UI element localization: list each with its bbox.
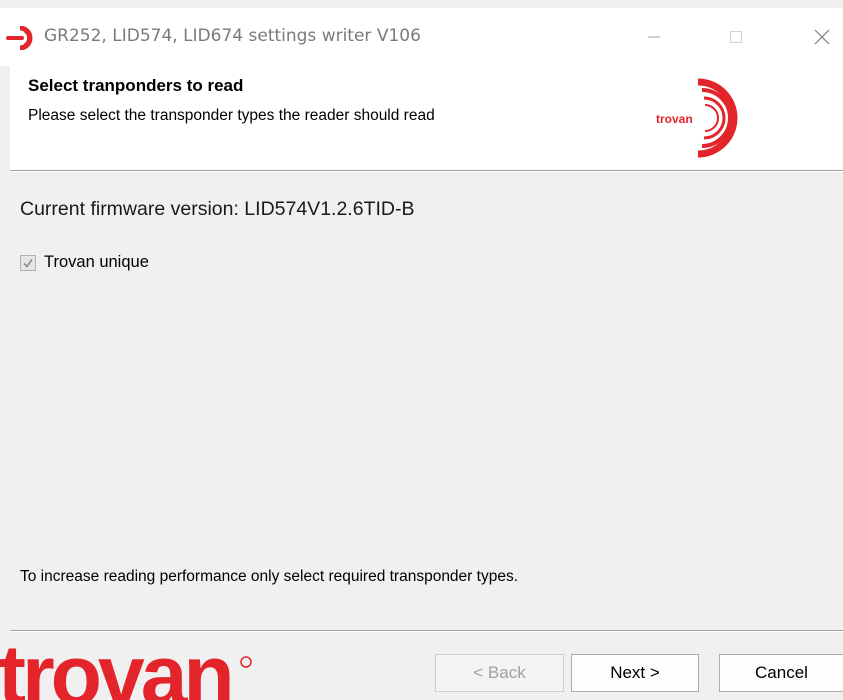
page-subtitle: Please select the transponder types the … bbox=[28, 107, 435, 124]
transponder-option-trovan-unique[interactable]: Trovan unique bbox=[20, 253, 149, 272]
wizard-header: Select tranponders to read Please select… bbox=[10, 66, 843, 170]
trovan-unique-label: Trovan unique bbox=[44, 253, 149, 271]
cancel-button[interactable]: Cancel bbox=[719, 654, 843, 692]
trovan-header-logo: trovan bbox=[656, 78, 738, 158]
footer-divider bbox=[10, 630, 843, 632]
checkmark-icon bbox=[23, 258, 33, 268]
maximize-button[interactable] bbox=[708, 16, 764, 58]
minimize-button[interactable] bbox=[626, 16, 682, 58]
close-icon bbox=[814, 29, 830, 45]
maximize-icon bbox=[730, 31, 742, 43]
brand-logo-text: trovan bbox=[0, 636, 231, 700]
header-divider bbox=[10, 170, 843, 172]
next-button[interactable]: Next > bbox=[571, 654, 699, 692]
firmware-version-label: Current firmware version: LID574V1.2.6TI… bbox=[20, 198, 415, 220]
window-title: GR252, LID574, LID674 settings writer V1… bbox=[44, 26, 421, 46]
back-button[interactable]: < Back bbox=[435, 654, 564, 692]
trovan-brand-logo: trovan bbox=[0, 636, 252, 700]
performance-hint: To increase reading performance only sel… bbox=[20, 568, 518, 585]
minimize-icon bbox=[648, 36, 660, 38]
close-button[interactable] bbox=[794, 16, 843, 58]
trovan-app-icon bbox=[6, 26, 33, 50]
title-bar[interactable]: GR252, LID574, LID674 settings writer V1… bbox=[0, 8, 843, 66]
settings-writer-window: GR252, LID574, LID674 settings writer V1… bbox=[0, 0, 843, 700]
trovan-unique-checkbox[interactable] bbox=[20, 254, 36, 271]
page-title: Select tranponders to read bbox=[28, 76, 244, 95]
header-logo-text: trovan bbox=[656, 112, 693, 126]
